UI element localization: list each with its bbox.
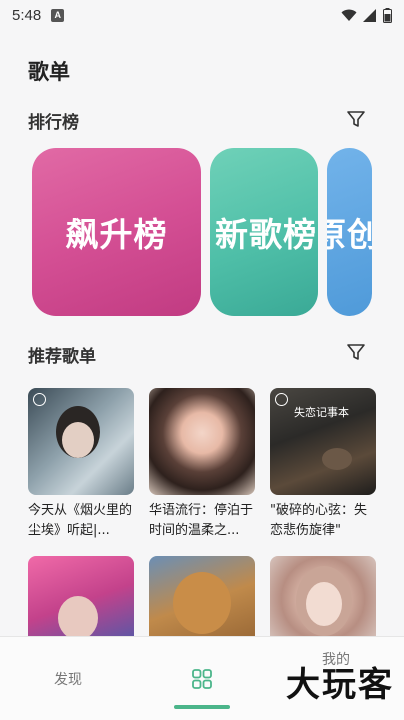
playlist-cover (28, 388, 134, 495)
ranking-filter-button[interactable] (344, 107, 368, 131)
status-bar: 5:48 A (0, 0, 404, 30)
rank-card-label: 飙升榜 (65, 215, 168, 254)
page-title: 歌单 (28, 60, 70, 84)
rank-card-label: 新歌榜 (215, 215, 317, 254)
tab-discover[interactable]: 发现 (20, 637, 116, 720)
playlist-card[interactable]: 华语流行：停泊于时间的温柔之... (149, 388, 255, 541)
battery-icon (383, 7, 392, 23)
filter-icon (347, 344, 365, 360)
recommended-section-title: 推荐歌单 (28, 347, 96, 367)
active-tab-indicator (174, 705, 230, 709)
tab-label: 发现 (54, 672, 82, 688)
rank-card-new-songs[interactable]: 新歌榜 (210, 148, 318, 316)
signal-icon (363, 8, 376, 22)
playlist-card[interactable]: 失恋记事本 "破碎的心弦：失恋悲伤旋律" (270, 388, 376, 541)
wifi-icon (341, 9, 357, 21)
recommended-filter-button[interactable] (344, 340, 368, 364)
ranking-section-title: 排行榜 (28, 113, 79, 133)
rank-card-label: 原创 (327, 215, 372, 254)
notification-badge: A (51, 8, 65, 22)
playlist-cover (149, 388, 255, 495)
playlist-caption: 华语流行：停泊于时间的温柔之... (149, 503, 254, 538)
music-note-icon (33, 393, 46, 406)
rank-card-soaring[interactable]: 飙升榜 (32, 148, 201, 316)
status-time: 5:48 (12, 6, 42, 24)
playlist-caption: "破碎的心弦：失恋悲伤旋律" (270, 503, 367, 538)
grid-icon (192, 669, 212, 689)
cover-overlay-text: 失恋记事本 (294, 406, 349, 419)
tab-playlists[interactable] (154, 637, 250, 720)
playlist-card[interactable]: 今天从《烟火里的尘埃》听起|... (28, 388, 134, 541)
filter-icon (347, 111, 365, 127)
watermark-text: 大玩客 (286, 665, 394, 705)
music-note-icon (275, 393, 288, 406)
ranking-carousel[interactable]: 飙升榜 新歌榜 原创 (0, 148, 404, 316)
playlist-cover: 失恋记事本 (270, 388, 376, 495)
rank-card-original[interactable]: 原创 (327, 148, 372, 316)
playlist-caption: 今天从《烟火里的尘埃》听起|... (28, 503, 133, 538)
